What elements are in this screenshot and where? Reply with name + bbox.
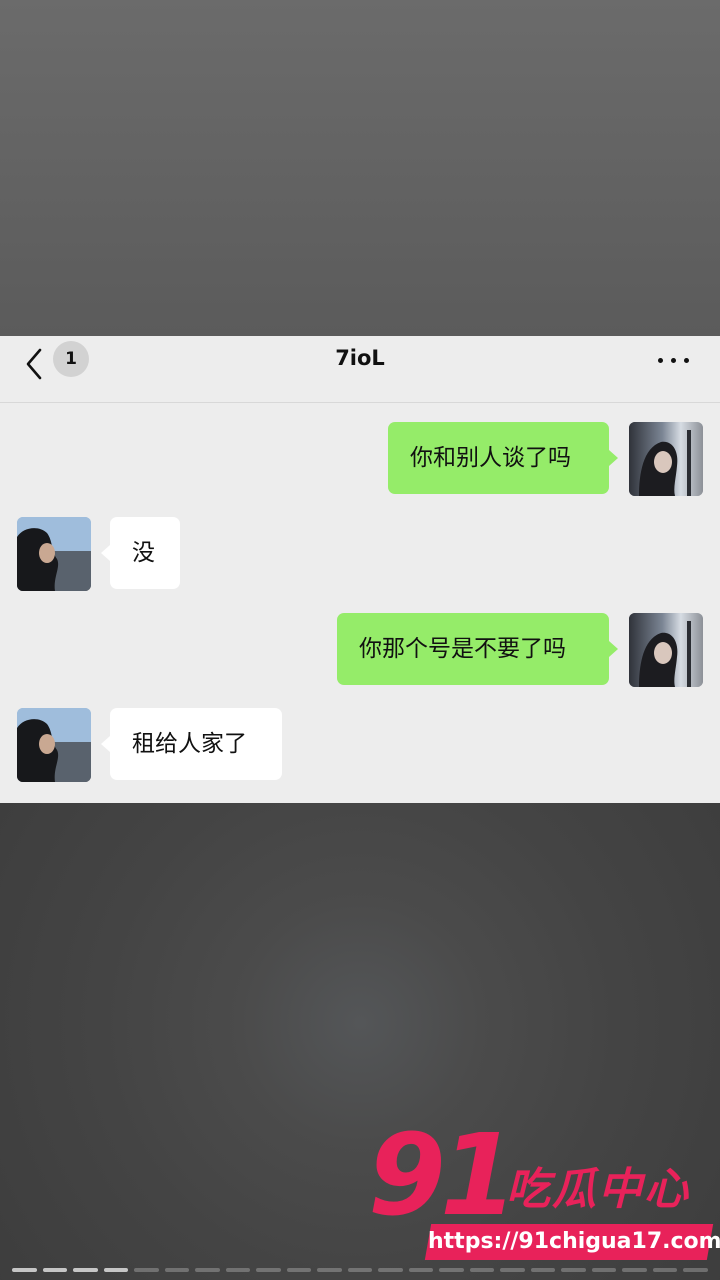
message-row: 你那个号是不要了吗	[0, 613, 720, 687]
progress-segment	[652, 1268, 678, 1272]
progress-segment	[378, 1268, 403, 1272]
avatar-image	[17, 517, 91, 591]
chat-navbar: 1 7ioL	[0, 336, 720, 403]
blurred-background-top	[0, 0, 720, 336]
message-bubble[interactable]: 你和别人谈了吗	[388, 422, 609, 494]
avatar-image	[17, 708, 91, 782]
progress-segment	[42, 1268, 68, 1272]
progress-segment	[164, 1268, 190, 1272]
watermark-url-text: https://91chigua17.com	[428, 1229, 720, 1254]
avatar-image	[629, 422, 703, 496]
story-progress-bar	[12, 1268, 708, 1272]
progress-segment	[530, 1268, 556, 1272]
progress-segment	[256, 1268, 281, 1272]
more-options-button[interactable]	[654, 354, 694, 368]
progress-segment	[500, 1268, 525, 1272]
contact-avatar[interactable]	[17, 517, 91, 591]
progress-segment	[195, 1268, 220, 1272]
bubble-tail	[609, 641, 618, 657]
progress-segment	[683, 1268, 708, 1272]
progress-segment	[622, 1268, 647, 1272]
chat-screenshot: 1 7ioL 你和别人谈了吗 没 你那个号是不要了吗 租给人家了	[0, 336, 720, 803]
progress-segment	[286, 1268, 312, 1272]
bubble-tail	[101, 545, 110, 561]
watermark-url: https://91chigua17.com	[424, 1224, 720, 1260]
progress-segment	[225, 1268, 251, 1272]
progress-segment	[317, 1268, 342, 1272]
progress-segment	[103, 1268, 129, 1272]
progress-segment	[561, 1268, 586, 1272]
progress-segment	[469, 1268, 495, 1272]
progress-segment	[347, 1268, 373, 1272]
watermark-logo-number: 91	[368, 1111, 518, 1241]
progress-segment	[439, 1268, 464, 1272]
progress-segment	[134, 1268, 159, 1272]
chat-title: 7ioL	[335, 346, 385, 370]
watermark-logo-text: 吃瓜中心	[506, 1164, 690, 1215]
avatar-image	[629, 613, 703, 687]
progress-segment	[73, 1268, 98, 1272]
sender-avatar[interactable]	[629, 422, 703, 496]
message-bubble[interactable]: 租给人家了	[110, 708, 282, 780]
message-row: 没	[0, 517, 720, 591]
bubble-tail	[609, 450, 618, 466]
message-row: 你和别人谈了吗	[0, 422, 720, 496]
progress-segment	[591, 1268, 617, 1272]
sender-avatar[interactable]	[629, 613, 703, 687]
progress-segment	[12, 1268, 37, 1272]
site-watermark: 91 吃瓜中心 https://91chigua17.com	[368, 1120, 720, 1266]
message-row: 租给人家了	[0, 708, 720, 782]
message-bubble[interactable]: 你那个号是不要了吗	[337, 613, 609, 685]
contact-avatar[interactable]	[17, 708, 91, 782]
bubble-tail	[101, 736, 110, 752]
message-bubble[interactable]: 没	[110, 517, 180, 589]
progress-segment	[408, 1268, 434, 1272]
